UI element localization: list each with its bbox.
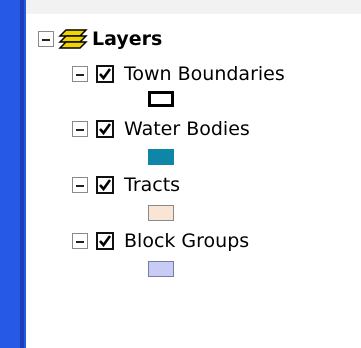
layer-name: Town Boundaries: [124, 63, 285, 85]
check-icon: [99, 123, 112, 136]
collapse-layer-button[interactable]: [72, 177, 88, 193]
layer-name: Tracts: [124, 174, 181, 196]
table-of-contents: Layers Town Boundaries Water Bodies Trac…: [26, 14, 361, 348]
layer-visibility-checkbox[interactable]: [96, 65, 114, 83]
top-strip: [0, 0, 361, 14]
toc-root-layers[interactable]: Layers: [38, 26, 162, 52]
collapse-layer-button[interactable]: [72, 121, 88, 137]
layer-visibility-checkbox[interactable]: [96, 232, 114, 250]
toc-root-label: Layers: [92, 28, 163, 50]
layer-symbol-swatch[interactable]: [148, 205, 174, 221]
layer-symbol-swatch[interactable]: [148, 149, 174, 165]
check-icon: [99, 68, 112, 81]
collapse-layer-button[interactable]: [72, 233, 88, 249]
layer-symbol-swatch[interactable]: [148, 261, 174, 277]
toc-layer-tracts[interactable]: Tracts: [72, 172, 180, 198]
check-icon: [99, 235, 112, 248]
collapse-layer-button[interactable]: [72, 66, 88, 82]
layer-symbol-swatch[interactable]: [148, 91, 174, 107]
layer-name: Block Groups: [124, 230, 250, 252]
window-left-border: [0, 0, 26, 348]
layers-icon: [58, 29, 88, 49]
toc-layer-block-groups[interactable]: Block Groups: [72, 228, 249, 254]
layer-name: Water Bodies: [124, 118, 250, 140]
collapse-layers-button[interactable]: [38, 31, 54, 47]
toc-layer-water-bodies[interactable]: Water Bodies: [72, 116, 250, 142]
layer-visibility-checkbox[interactable]: [96, 176, 114, 194]
toc-layer-town-boundaries[interactable]: Town Boundaries: [72, 61, 285, 87]
layer-visibility-checkbox[interactable]: [96, 120, 114, 138]
check-icon: [99, 179, 112, 192]
